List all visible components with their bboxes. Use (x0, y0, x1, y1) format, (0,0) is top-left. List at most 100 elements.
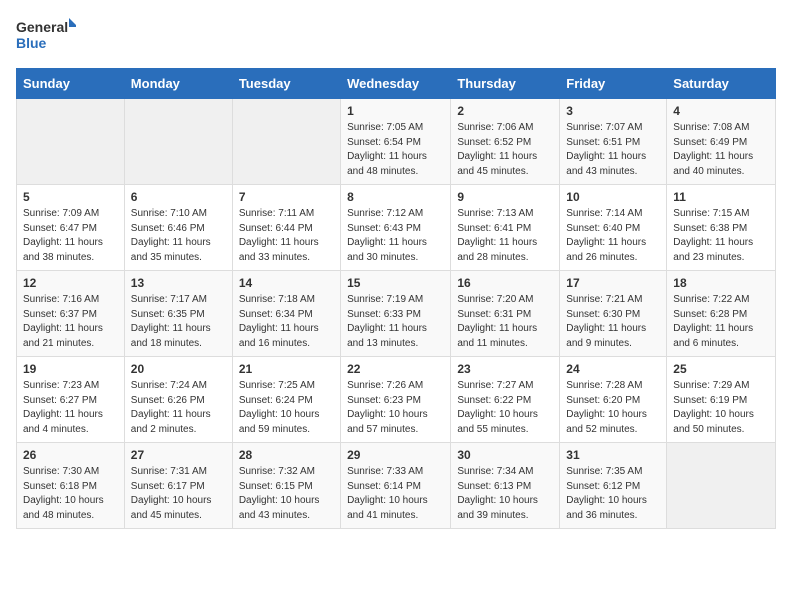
calendar-day-cell: 1 Sunrise: 7:05 AMSunset: 6:54 PMDaylight… (341, 99, 451, 185)
day-number: 13 (131, 276, 226, 290)
day-number: 4 (673, 104, 769, 118)
calendar-day-cell: 27 Sunrise: 7:31 AMSunset: 6:17 PMDayligh… (124, 443, 232, 529)
calendar-day-cell: 4 Sunrise: 7:08 AMSunset: 6:49 PMDaylight… (667, 99, 776, 185)
calendar-day-cell: 12Sunrise: 7:16 AMSunset: 6:37 PMDayligh… (17, 271, 125, 357)
day-info: Sunrise: 7:13 AMSunset: 6:41 PMDaylight:… (457, 207, 553, 265)
day-info: Sunrise: 7:06 AMSunset: 6:52 PMDaylight:… (457, 121, 553, 179)
calendar-week-row: 12Sunrise: 7:16 AMSunset: 6:37 PMDayligh… (17, 271, 776, 357)
day-info: Sunrise: 7:34 AMSunset: 6:13 PMDaylight:… (457, 465, 553, 523)
day-number: 9 (457, 190, 553, 204)
day-info: Sunrise: 7:05 AMSunset: 6:54 PMDaylight:… (347, 121, 444, 179)
calendar-day-cell (17, 99, 125, 185)
calendar-header-row: SundayMondayTuesdayWednesdayThursdayFrid… (17, 69, 776, 99)
day-number: 26 (23, 448, 118, 462)
calendar-day-cell: 24 Sunrise: 7:28 AMSunset: 6:20 PMDayligh… (560, 357, 667, 443)
calendar-week-row: 26 Sunrise: 7:30 AMSunset: 6:18 PMDayligh… (17, 443, 776, 529)
day-info: Sunrise: 7:28 AMSunset: 6:20 PMDaylight:… (566, 379, 660, 437)
day-info: Sunrise: 7:07 AMSunset: 6:51 PMDaylight:… (566, 121, 660, 179)
calendar-day-cell (667, 443, 776, 529)
calendar-day-cell: 29 Sunrise: 7:33 AMSunset: 6:14 PMDayligh… (341, 443, 451, 529)
day-number: 18 (673, 276, 769, 290)
day-number: 28 (239, 448, 334, 462)
calendar-day-cell: 19Sunrise: 7:23 AMSunset: 6:27 PMDayligh… (17, 357, 125, 443)
calendar-day-cell: 6 Sunrise: 7:10 AMSunset: 6:46 PMDaylight… (124, 185, 232, 271)
day-info: Sunrise: 7:26 AMSunset: 6:23 PMDaylight:… (347, 379, 444, 437)
day-number: 8 (347, 190, 444, 204)
day-number: 6 (131, 190, 226, 204)
calendar-day-cell: 28 Sunrise: 7:32 AMSunset: 6:15 PMDayligh… (232, 443, 340, 529)
day-info: Sunrise: 7:16 AMSunset: 6:37 PMDaylight:… (23, 293, 118, 351)
day-info: Sunrise: 7:17 AMSunset: 6:35 PMDaylight:… (131, 293, 226, 351)
calendar-day-cell: 9 Sunrise: 7:13 AMSunset: 6:41 PMDaylight… (451, 185, 560, 271)
calendar-day-cell: 8 Sunrise: 7:12 AMSunset: 6:43 PMDaylight… (341, 185, 451, 271)
day-number: 31 (566, 448, 660, 462)
day-number: 14 (239, 276, 334, 290)
calendar-day-cell: 11 Sunrise: 7:15 AMSunset: 6:38 PMDayligh… (667, 185, 776, 271)
svg-text:Blue: Blue (16, 35, 47, 51)
svg-text:General: General (16, 19, 68, 35)
calendar-day-cell: 17 Sunrise: 7:21 AMSunset: 6:30 PMDayligh… (560, 271, 667, 357)
day-number: 17 (566, 276, 660, 290)
calendar-week-row: 1 Sunrise: 7:05 AMSunset: 6:54 PMDaylight… (17, 99, 776, 185)
day-info: Sunrise: 7:08 AMSunset: 6:49 PMDaylight:… (673, 121, 769, 179)
day-number: 11 (673, 190, 769, 204)
day-number: 2 (457, 104, 553, 118)
calendar-weekday-header: Wednesday (341, 69, 451, 99)
day-info: Sunrise: 7:27 AMSunset: 6:22 PMDaylight:… (457, 379, 553, 437)
day-number: 5 (23, 190, 118, 204)
calendar-week-row: 19Sunrise: 7:23 AMSunset: 6:27 PMDayligh… (17, 357, 776, 443)
calendar-day-cell: 22 Sunrise: 7:26 AMSunset: 6:23 PMDayligh… (341, 357, 451, 443)
calendar-day-cell: 30 Sunrise: 7:34 AMSunset: 6:13 PMDayligh… (451, 443, 560, 529)
calendar-weekday-header: Tuesday (232, 69, 340, 99)
day-info: Sunrise: 7:18 AMSunset: 6:34 PMDaylight:… (239, 293, 334, 351)
day-info: Sunrise: 7:09 AMSunset: 6:47 PMDaylight:… (23, 207, 118, 265)
calendar-day-cell (232, 99, 340, 185)
calendar-week-row: 5 Sunrise: 7:09 AMSunset: 6:47 PMDaylight… (17, 185, 776, 271)
day-info: Sunrise: 7:20 AMSunset: 6:31 PMDaylight:… (457, 293, 553, 351)
day-info: Sunrise: 7:35 AMSunset: 6:12 PMDaylight:… (566, 465, 660, 523)
day-number: 3 (566, 104, 660, 118)
day-info: Sunrise: 7:29 AMSunset: 6:19 PMDaylight:… (673, 379, 769, 437)
day-number: 19 (23, 362, 118, 376)
day-number: 29 (347, 448, 444, 462)
day-info: Sunrise: 7:12 AMSunset: 6:43 PMDaylight:… (347, 207, 444, 265)
day-number: 16 (457, 276, 553, 290)
calendar-day-cell: 16 Sunrise: 7:20 AMSunset: 6:31 PMDayligh… (451, 271, 560, 357)
calendar-day-cell: 7 Sunrise: 7:11 AMSunset: 6:44 PMDaylight… (232, 185, 340, 271)
day-info: Sunrise: 7:15 AMSunset: 6:38 PMDaylight:… (673, 207, 769, 265)
day-number: 20 (131, 362, 226, 376)
calendar-table: SundayMondayTuesdayWednesdayThursdayFrid… (16, 68, 776, 529)
day-info: Sunrise: 7:32 AMSunset: 6:15 PMDaylight:… (239, 465, 334, 523)
calendar-day-cell: 10Sunrise: 7:14 AMSunset: 6:40 PMDayligh… (560, 185, 667, 271)
page-header: General Blue (16, 16, 776, 56)
calendar-day-cell (124, 99, 232, 185)
calendar-day-cell: 5 Sunrise: 7:09 AMSunset: 6:47 PMDaylight… (17, 185, 125, 271)
calendar-day-cell: 2 Sunrise: 7:06 AMSunset: 6:52 PMDaylight… (451, 99, 560, 185)
calendar-day-cell: 3 Sunrise: 7:07 AMSunset: 6:51 PMDaylight… (560, 99, 667, 185)
calendar-weekday-header: Friday (560, 69, 667, 99)
day-info: Sunrise: 7:25 AMSunset: 6:24 PMDaylight:… (239, 379, 334, 437)
day-number: 23 (457, 362, 553, 376)
calendar-day-cell: 31 Sunrise: 7:35 AMSunset: 6:12 PMDayligh… (560, 443, 667, 529)
day-info: Sunrise: 7:10 AMSunset: 6:46 PMDaylight:… (131, 207, 226, 265)
calendar-weekday-header: Sunday (17, 69, 125, 99)
day-number: 1 (347, 104, 444, 118)
calendar-weekday-header: Monday (124, 69, 232, 99)
day-number: 30 (457, 448, 553, 462)
day-number: 27 (131, 448, 226, 462)
calendar-day-cell: 26 Sunrise: 7:30 AMSunset: 6:18 PMDayligh… (17, 443, 125, 529)
day-number: 22 (347, 362, 444, 376)
calendar-day-cell: 15Sunrise: 7:19 AMSunset: 6:33 PMDayligh… (341, 271, 451, 357)
day-number: 24 (566, 362, 660, 376)
calendar-weekday-header: Thursday (451, 69, 560, 99)
day-info: Sunrise: 7:30 AMSunset: 6:18 PMDaylight:… (23, 465, 118, 523)
day-info: Sunrise: 7:19 AMSunset: 6:33 PMDaylight:… (347, 293, 444, 351)
day-info: Sunrise: 7:21 AMSunset: 6:30 PMDaylight:… (566, 293, 660, 351)
calendar-day-cell: 14 Sunrise: 7:18 AMSunset: 6:34 PMDayligh… (232, 271, 340, 357)
day-info: Sunrise: 7:22 AMSunset: 6:28 PMDaylight:… (673, 293, 769, 351)
day-info: Sunrise: 7:31 AMSunset: 6:17 PMDaylight:… (131, 465, 226, 523)
calendar-day-cell: 13 Sunrise: 7:17 AMSunset: 6:35 PMDayligh… (124, 271, 232, 357)
day-number: 7 (239, 190, 334, 204)
day-info: Sunrise: 7:33 AMSunset: 6:14 PMDaylight:… (347, 465, 444, 523)
day-info: Sunrise: 7:11 AMSunset: 6:44 PMDaylight:… (239, 207, 334, 265)
